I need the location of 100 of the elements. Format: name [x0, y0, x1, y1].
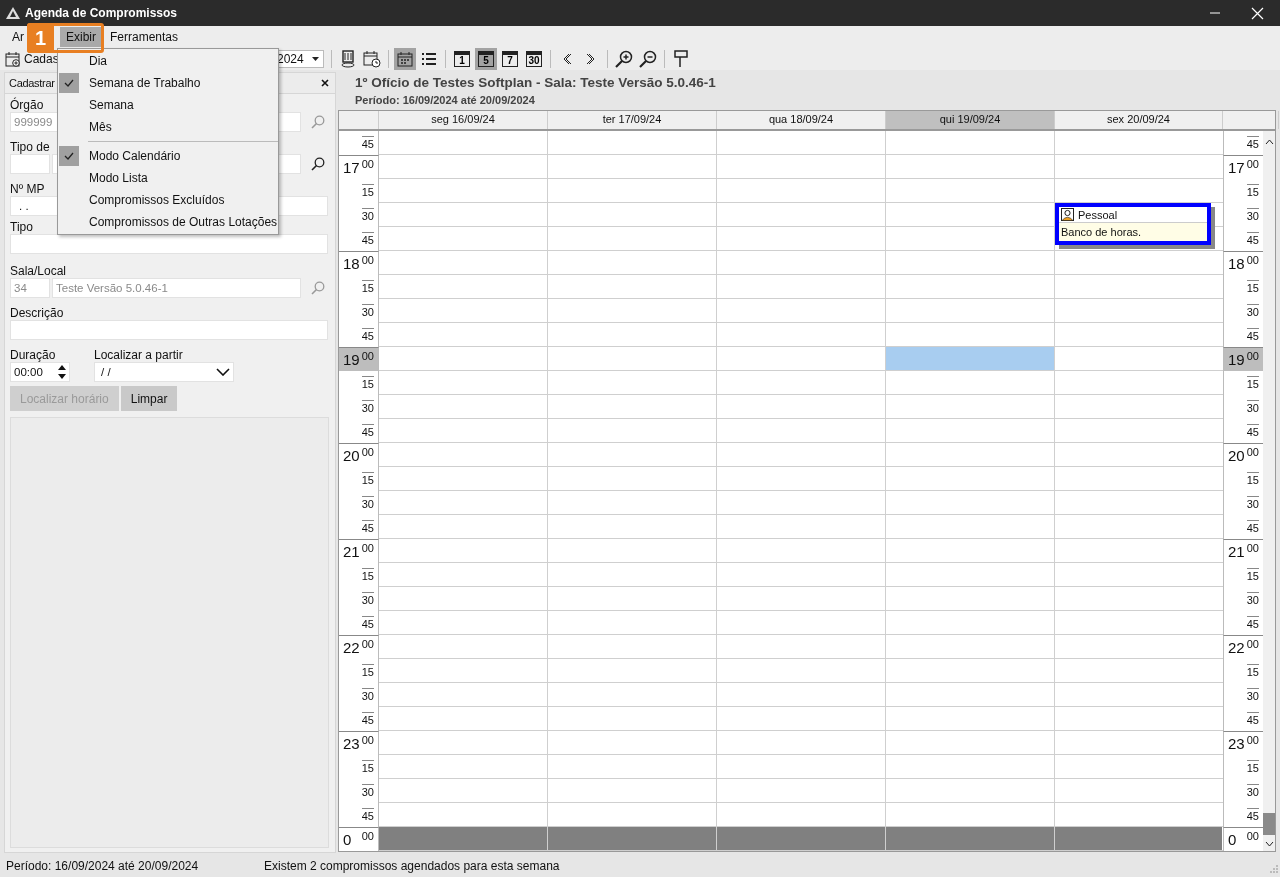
menu-item[interactable]: Modo Lista	[58, 167, 278, 189]
minute-label: 30	[361, 783, 374, 799]
minute-label: 30	[361, 303, 374, 319]
minute-label: 00	[1246, 541, 1259, 555]
calendar-day-number: 7	[507, 55, 513, 66]
minute-label: 00	[1246, 349, 1259, 363]
input-field[interactable]	[10, 154, 50, 174]
duration-spinner[interactable]: 00:00	[10, 362, 70, 382]
menu-item[interactable]: Compromissos de Outras Lotações	[58, 211, 278, 233]
minute-label: 15	[361, 471, 374, 487]
menu-item[interactable]: Compromissos Excluídos	[58, 189, 278, 211]
minute-label: 45	[361, 711, 374, 727]
hour-label: 17	[343, 159, 360, 176]
day-header[interactable]: seg 16/09/24	[379, 111, 548, 129]
menu-item[interactable]: Modo Calendário	[58, 145, 278, 167]
zoom-out-icon[interactable]	[637, 48, 659, 70]
minute-label: 45	[1246, 231, 1259, 247]
dropdown-arrow-icon	[312, 57, 319, 61]
minute-label: 00	[1246, 733, 1259, 747]
minute-label: 45	[361, 135, 374, 151]
minute-label: 15	[361, 759, 374, 775]
minute-label: 30	[361, 687, 374, 703]
scroll-thumb[interactable]	[1263, 813, 1275, 835]
minute-label: 45	[1246, 615, 1259, 631]
minute-label: 00	[361, 253, 374, 267]
spinner-arrows-icon[interactable]	[58, 365, 66, 379]
zoom-in-icon[interactable]	[613, 48, 635, 70]
hour-label: 18	[343, 255, 360, 272]
appointment-text: Banco de horas.	[1060, 225, 1143, 240]
minute-label: 30	[1246, 783, 1259, 799]
date-combo[interactable]: / /	[94, 362, 234, 382]
search-icon[interactable]	[311, 157, 325, 171]
hour-label: 22	[343, 639, 360, 656]
menu-item[interactable]: Mês	[58, 116, 278, 138]
close-icon[interactable]	[321, 79, 329, 87]
minute-label: 00	[361, 829, 374, 843]
minute-label: 30	[1246, 207, 1259, 223]
calendar-period: Período: 16/09/2024 até 20/09/2024	[354, 94, 536, 106]
input-field[interactable]	[10, 320, 328, 340]
resize-grip-icon[interactable]	[1268, 865, 1278, 875]
minute-label: 15	[361, 663, 374, 679]
day-header[interactable]: ter 17/09/24	[548, 111, 717, 129]
minute-label: 15	[361, 375, 374, 391]
minute-label: 30	[1246, 303, 1259, 319]
minute-label: 45	[1246, 807, 1259, 823]
minute-label: 30	[361, 399, 374, 415]
calendar-day-icon[interactable]: 5	[475, 48, 497, 70]
calendar-day-number: 1	[459, 55, 465, 66]
vertical-scrollbar[interactable]	[1263, 131, 1275, 851]
hour-label: 20	[1228, 447, 1245, 464]
minute-label: 45	[361, 423, 374, 439]
field-label: Órgão	[10, 98, 44, 112]
hour-label: 19	[1228, 351, 1245, 368]
minute-label: 45	[1246, 327, 1259, 343]
hour-label: 17	[1228, 159, 1245, 176]
new-appointment-button[interactable]: Cadas	[5, 51, 59, 67]
minute-label: 00	[1246, 253, 1259, 267]
scroll-down-icon[interactable]	[1264, 841, 1274, 847]
minute-label: 45	[1246, 135, 1259, 151]
minute-label: 15	[1246, 375, 1259, 391]
day-header[interactable]: sex 20/09/24	[1055, 111, 1223, 129]
minute-label: 15	[1246, 183, 1259, 199]
scroll-up-icon[interactable]	[1264, 139, 1274, 145]
minute-label: 30	[1246, 495, 1259, 511]
menu-item[interactable]: Semana	[58, 94, 278, 116]
calendar-day-icon[interactable]: 1	[451, 48, 473, 70]
menu-item[interactable]: Semana de Trabalho	[58, 72, 278, 94]
calendar-clock-icon[interactable]	[361, 48, 383, 70]
field-label: Descrição	[10, 306, 64, 320]
minute-label: 45	[361, 807, 374, 823]
minute-label: 30	[361, 495, 374, 511]
calendar-day-number: 30	[528, 55, 540, 66]
hour-label: 23	[343, 735, 360, 752]
minute-label: 00	[361, 445, 374, 459]
calendar-day-icon[interactable]: 7	[499, 48, 521, 70]
menu-item[interactable]: Exibir	[60, 27, 102, 47]
minute-label: 00	[361, 637, 374, 651]
minute-label: 45	[361, 519, 374, 535]
hour-label: 21	[1228, 543, 1245, 560]
minute-label: 45	[1246, 423, 1259, 439]
menu-item[interactable]: Ar	[12, 27, 30, 47]
minute-label: 45	[361, 615, 374, 631]
minute-label: 15	[1246, 279, 1259, 295]
calendar-plus-icon	[5, 51, 21, 67]
minute-label: 30	[361, 591, 374, 607]
hour-label: 18	[1228, 255, 1245, 272]
calendar-grid-icon[interactable]	[394, 48, 416, 70]
minute-label: 00	[1246, 157, 1259, 171]
status-message: Existem 2 compromissos agendados para esta semana	[264, 859, 560, 873]
input-field[interactable]	[10, 234, 328, 254]
hour-label: 21	[343, 543, 360, 560]
calendar-day-icon[interactable]: 30	[523, 48, 545, 70]
checkmark-icon	[64, 152, 74, 160]
menu-item[interactable]: Ferramentas	[104, 27, 185, 47]
window-title: Agenda de Compromissos	[25, 6, 178, 20]
minute-label: 15	[361, 567, 374, 583]
day-header[interactable]: qui 19/09/24	[886, 111, 1055, 129]
minute-label: 45	[1246, 711, 1259, 727]
field-label: Duração	[10, 348, 56, 362]
form-button[interactable]: Limpar	[120, 386, 178, 411]
